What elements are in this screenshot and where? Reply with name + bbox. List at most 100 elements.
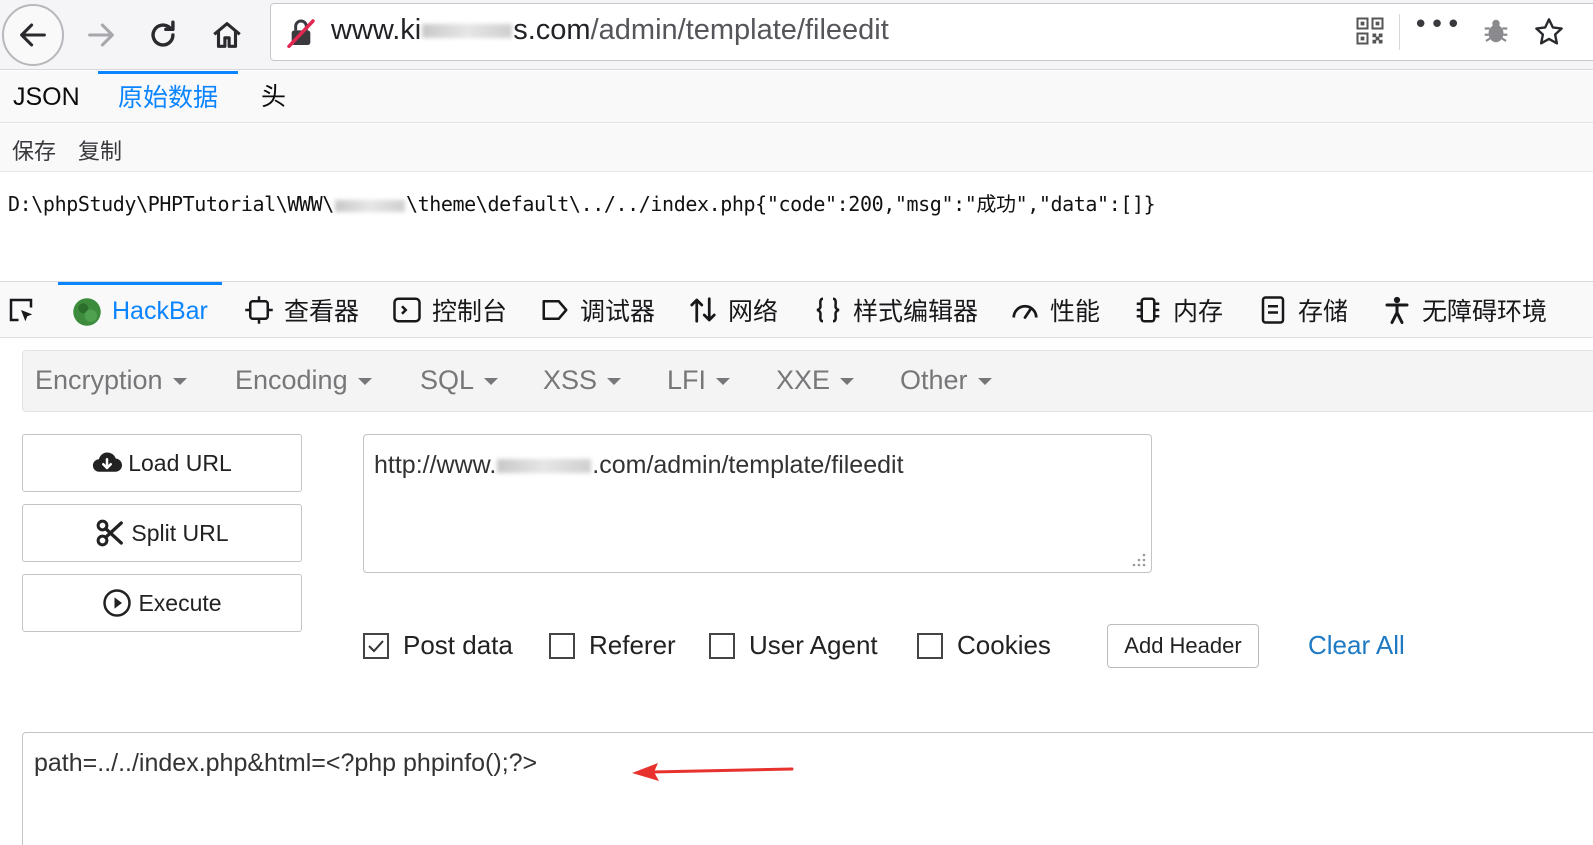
reload-icon	[151, 20, 175, 47]
redacted-blur	[334, 199, 405, 212]
referer-checkbox[interactable]: Referer	[549, 630, 676, 661]
tab-accessibility[interactable]: 无障碍环境	[1382, 282, 1547, 338]
caret-down-icon	[607, 378, 622, 386]
page-actions-menu[interactable]: •••	[1413, 10, 1462, 40]
forward-button[interactable]	[70, 4, 132, 66]
home-button[interactable]	[196, 4, 258, 66]
checkmark-icon	[368, 639, 384, 652]
checkbox-label: Referer	[589, 630, 676, 660]
tab-headers[interactable]: 头	[261, 71, 286, 123]
back-arrow-icon	[20, 23, 46, 47]
url-prefix: www.	[331, 14, 401, 46]
debugger-icon	[542, 300, 568, 320]
menu-label: Other	[900, 365, 968, 395]
caret-down-icon	[484, 378, 499, 386]
tab-label: HackBar	[112, 297, 208, 325]
resize-grip-icon[interactable]	[1129, 550, 1147, 568]
tab-raw-data[interactable]: 原始数据	[98, 71, 238, 123]
url-path: /admin/template/fileedit	[590, 14, 889, 46]
menu-xss[interactable]: XSS	[543, 365, 622, 396]
tab-label: 无障碍环境	[1422, 298, 1548, 326]
hackbar-logo-icon	[73, 297, 101, 326]
checkbox-label: Cookies	[957, 630, 1051, 660]
clear-all-link[interactable]: Clear All	[1308, 630, 1405, 661]
tab-storage[interactable]: 存储	[1258, 282, 1348, 338]
home-icon	[213, 22, 241, 48]
style-editor-icon	[816, 297, 840, 323]
storage-icon	[1261, 296, 1285, 324]
hackbar-menubar: Encryption Encoding SQL XSS LFI XXE Othe…	[22, 350, 1593, 412]
redacted-blur	[497, 459, 592, 474]
save-button[interactable]: 保存	[12, 134, 56, 166]
tab-console[interactable]: 控制台	[392, 282, 507, 338]
tab-performance[interactable]: 性能	[1010, 282, 1100, 338]
user-agent-checkbox[interactable]: User Agent	[709, 630, 878, 661]
menu-label: Encoding	[235, 365, 348, 395]
tab-hackbar[interactable]: HackBar	[58, 282, 222, 338]
tab-label: 查看器	[284, 298, 360, 326]
bookmark-star-icon[interactable]	[1533, 16, 1565, 48]
tab-debugger[interactable]: 调试器	[540, 282, 655, 338]
scissors-icon	[97, 519, 124, 547]
cloud-download-icon	[93, 452, 123, 472]
redacted-blur	[422, 24, 513, 39]
url-textarea[interactable]: http://www. .com/admin/template/fileedit	[363, 434, 1152, 573]
button-label: Execute	[138, 589, 222, 616]
accessibility-icon	[1385, 296, 1409, 324]
inspector-icon	[245, 296, 273, 324]
memory-icon	[1136, 297, 1160, 323]
checkbox-label: User Agent	[749, 630, 878, 660]
checkbox-label: Post data	[403, 630, 513, 660]
url-text: www.ki s.com/admin/template/fileedit	[331, 14, 889, 47]
menu-label: XXE	[776, 365, 831, 395]
url-value-end: .com/admin/template/fileedit	[592, 451, 904, 479]
url-domain-start: ki	[400, 14, 422, 46]
checkbox-unchecked[interactable]	[549, 632, 575, 659]
menu-encoding[interactable]: Encoding	[235, 365, 372, 396]
button-label: Load URL	[128, 449, 232, 476]
load-url-button[interactable]: Load URL	[22, 434, 302, 492]
caret-down-icon	[172, 378, 187, 386]
tab-style-editor[interactable]: 样式编辑器	[813, 282, 978, 338]
raw-data-toolbar: 保存 复制	[0, 124, 1593, 172]
tab-label: 网络	[728, 298, 779, 326]
execute-button[interactable]: Execute	[22, 574, 302, 632]
element-picker-button[interactable]	[6, 282, 36, 338]
add-header-button[interactable]: Add Header	[1107, 624, 1259, 668]
qrcode-icon[interactable]	[1355, 16, 1385, 46]
address-separator	[1399, 14, 1400, 50]
cookies-checkbox[interactable]: Cookies	[917, 630, 1051, 661]
menu-label: XSS	[543, 365, 598, 395]
menu-other[interactable]: Other	[900, 365, 992, 396]
menu-lfi[interactable]: LFI	[667, 365, 731, 396]
bug-icon[interactable]	[1481, 16, 1511, 46]
tab-inspector[interactable]: 查看器	[244, 282, 359, 338]
post-data-checkbox[interactable]: Post data	[363, 630, 513, 661]
performance-icon	[1012, 304, 1038, 319]
post-data-textarea[interactable]: path=../../index.php&html=<?php phpinfo(…	[22, 732, 1593, 845]
tab-json[interactable]: JSON	[13, 71, 80, 123]
console-icon	[393, 297, 421, 323]
address-bar[interactable]: www.ki s.com/admin/template/fileedit •••	[270, 3, 1593, 61]
checkbox-unchecked[interactable]	[917, 632, 943, 659]
tab-network[interactable]: 网络	[688, 282, 778, 338]
caret-down-icon	[840, 378, 855, 386]
reload-button[interactable]	[132, 4, 194, 66]
back-button[interactable]	[2, 4, 64, 66]
json-viewer-tabs: JSON 原始数据 头	[0, 71, 1593, 123]
red-arrow-annotation	[632, 763, 794, 781]
raw-response-prefix: D:\phpStudy\PHPTutorial\WWW\	[8, 192, 334, 216]
split-url-button[interactable]: Split URL	[22, 504, 302, 562]
tab-memory[interactable]: 内存	[1133, 282, 1223, 338]
insecure-lock-icon	[287, 19, 315, 49]
tab-label: 控制台	[432, 298, 508, 326]
tab-label: 内存	[1173, 298, 1224, 326]
copy-button[interactable]: 复制	[78, 134, 122, 166]
menu-encryption[interactable]: Encryption	[35, 365, 187, 396]
menu-xxe[interactable]: XXE	[776, 365, 855, 396]
button-label: Split URL	[131, 519, 229, 546]
checkbox-unchecked[interactable]	[709, 632, 735, 659]
checkbox-checked[interactable]	[363, 632, 389, 659]
menu-label: LFI	[667, 365, 707, 395]
menu-sql[interactable]: SQL	[420, 365, 499, 396]
